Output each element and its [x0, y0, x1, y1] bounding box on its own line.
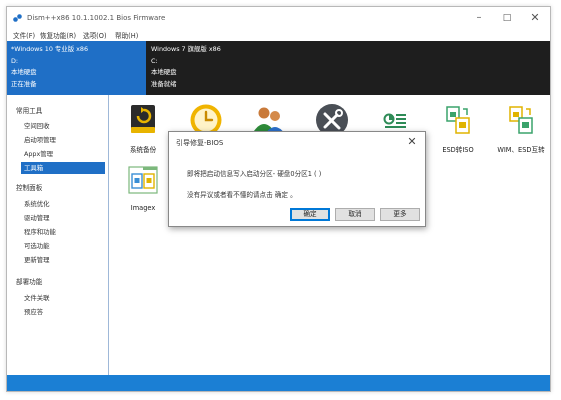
- tool-wim-esd-convert[interactable]: WIM、ESD互转: [491, 103, 550, 154]
- menu-file[interactable]: 文件(F): [13, 30, 35, 40]
- sidebar: 常用工具 空间回收 启动项管理 Appx管理 工具箱 控制面板 系统优化 驱动管…: [7, 95, 109, 375]
- sidebar-item-file-association[interactable]: 文件关联: [21, 292, 105, 304]
- tool-label: Imagex: [130, 204, 156, 212]
- more-button[interactable]: 更多: [380, 208, 420, 221]
- menu-options[interactable]: 选项(O): [83, 30, 107, 40]
- close-button[interactable]: ✕: [522, 10, 548, 26]
- sidebar-item-pre-answer[interactable]: 预应答: [21, 306, 105, 318]
- dialog-body: 即将把启动信息写入启动分区- 硬盘0分区1 ( ) 没有异议或者看不懂的请点击 …: [169, 152, 425, 210]
- sidebar-item-system-optimize[interactable]: 系统优化: [21, 198, 105, 210]
- tool-label: 系统备份: [129, 146, 157, 154]
- sidebar-item-space-reclaim[interactable]: 空间回收: [21, 120, 105, 132]
- window-title: Dism++x86 10.1.1002.1 Bios Firmware: [27, 14, 166, 22]
- sidebar-item-programs-features[interactable]: 程序和功能: [21, 226, 105, 238]
- os-name: *Windows 10 专业版 x86: [11, 45, 89, 53]
- wim-esd-icon: [509, 106, 533, 134]
- os-selector-bar: *Windows 10 专业版 x86 D: 本地硬盘 正在准备 Windows…: [7, 41, 550, 95]
- sidebar-section-common-tools: 常用工具: [16, 107, 43, 115]
- sidebar-item-toolbox[interactable]: 工具箱: [21, 162, 105, 174]
- backup-drive-icon: [131, 105, 155, 133]
- boot-repair-dialog: 引导修复-BIOS ✕ 即将把启动信息写入启动分区- 硬盘0分区1 ( ) 没有…: [168, 131, 426, 227]
- ok-button[interactable]: 确定: [290, 208, 330, 221]
- tool-label: ESD转ISO: [442, 146, 474, 154]
- os-disk-type: 本地硬盘: [11, 68, 37, 77]
- sidebar-section-deployment: 部署功能: [16, 278, 43, 286]
- menu-bar: 文件(F) 恢复功能(R) 选项(O) 帮助(H): [7, 29, 550, 41]
- os-drive: C:: [151, 56, 158, 65]
- dialog-close-icon[interactable]: ✕: [405, 135, 419, 148]
- app-logo-icon: [13, 14, 22, 22]
- title-bar: Dism++x86 10.1.1002.1 Bios Firmware – □ …: [7, 7, 550, 29]
- os-drive: D:: [11, 56, 19, 65]
- tool-imagex[interactable]: Imagex: [113, 163, 173, 212]
- dialog-hint: 没有异议或者看不懂的请点击 确定 。: [187, 191, 297, 199]
- menu-help[interactable]: 帮助(H): [115, 30, 138, 40]
- os-status: 正在准备: [11, 79, 37, 88]
- sidebar-item-startup-manager[interactable]: 启动项管理: [21, 134, 105, 146]
- os-panel-win7[interactable]: Windows 7 旗舰版 x86 C: 本地硬盘 准备就绪: [147, 41, 307, 95]
- cancel-button[interactable]: 取消: [335, 208, 375, 221]
- sidebar-section-control-panel: 控制面板: [16, 184, 43, 192]
- os-panel-win10[interactable]: *Windows 10 专业版 x86 D: 本地硬盘 正在准备: [7, 41, 146, 95]
- dialog-title: 引导修复-BIOS: [176, 139, 224, 147]
- os-status: 准备就绪: [151, 79, 177, 88]
- tool-system-backup[interactable]: 系统备份: [113, 103, 173, 154]
- sidebar-item-update-manager[interactable]: 更新管理: [21, 254, 105, 266]
- tool-esd-to-iso[interactable]: ESD转ISO: [428, 103, 488, 154]
- minimize-button[interactable]: –: [466, 10, 492, 26]
- maximize-button[interactable]: □: [494, 10, 520, 26]
- sidebar-item-optional-features[interactable]: 可选功能: [21, 240, 105, 252]
- sidebar-item-appx-manager[interactable]: Appx管理: [21, 148, 105, 160]
- dialog-message: 即将把启动信息写入启动分区- 硬盘0分区1 ( ): [187, 170, 322, 178]
- os-disk-type: 本地硬盘: [151, 68, 177, 77]
- sidebar-item-driver-manager[interactable]: 驱动管理: [21, 212, 105, 224]
- os-name: Windows 7 旗舰版 x86: [151, 45, 221, 53]
- status-bar: [7, 375, 550, 391]
- menu-recovery[interactable]: 恢复功能(R): [40, 30, 76, 40]
- tool-label: WIM、ESD互转: [497, 146, 545, 154]
- imagex-icon: [128, 166, 158, 194]
- esd-iso-icon: [446, 106, 470, 134]
